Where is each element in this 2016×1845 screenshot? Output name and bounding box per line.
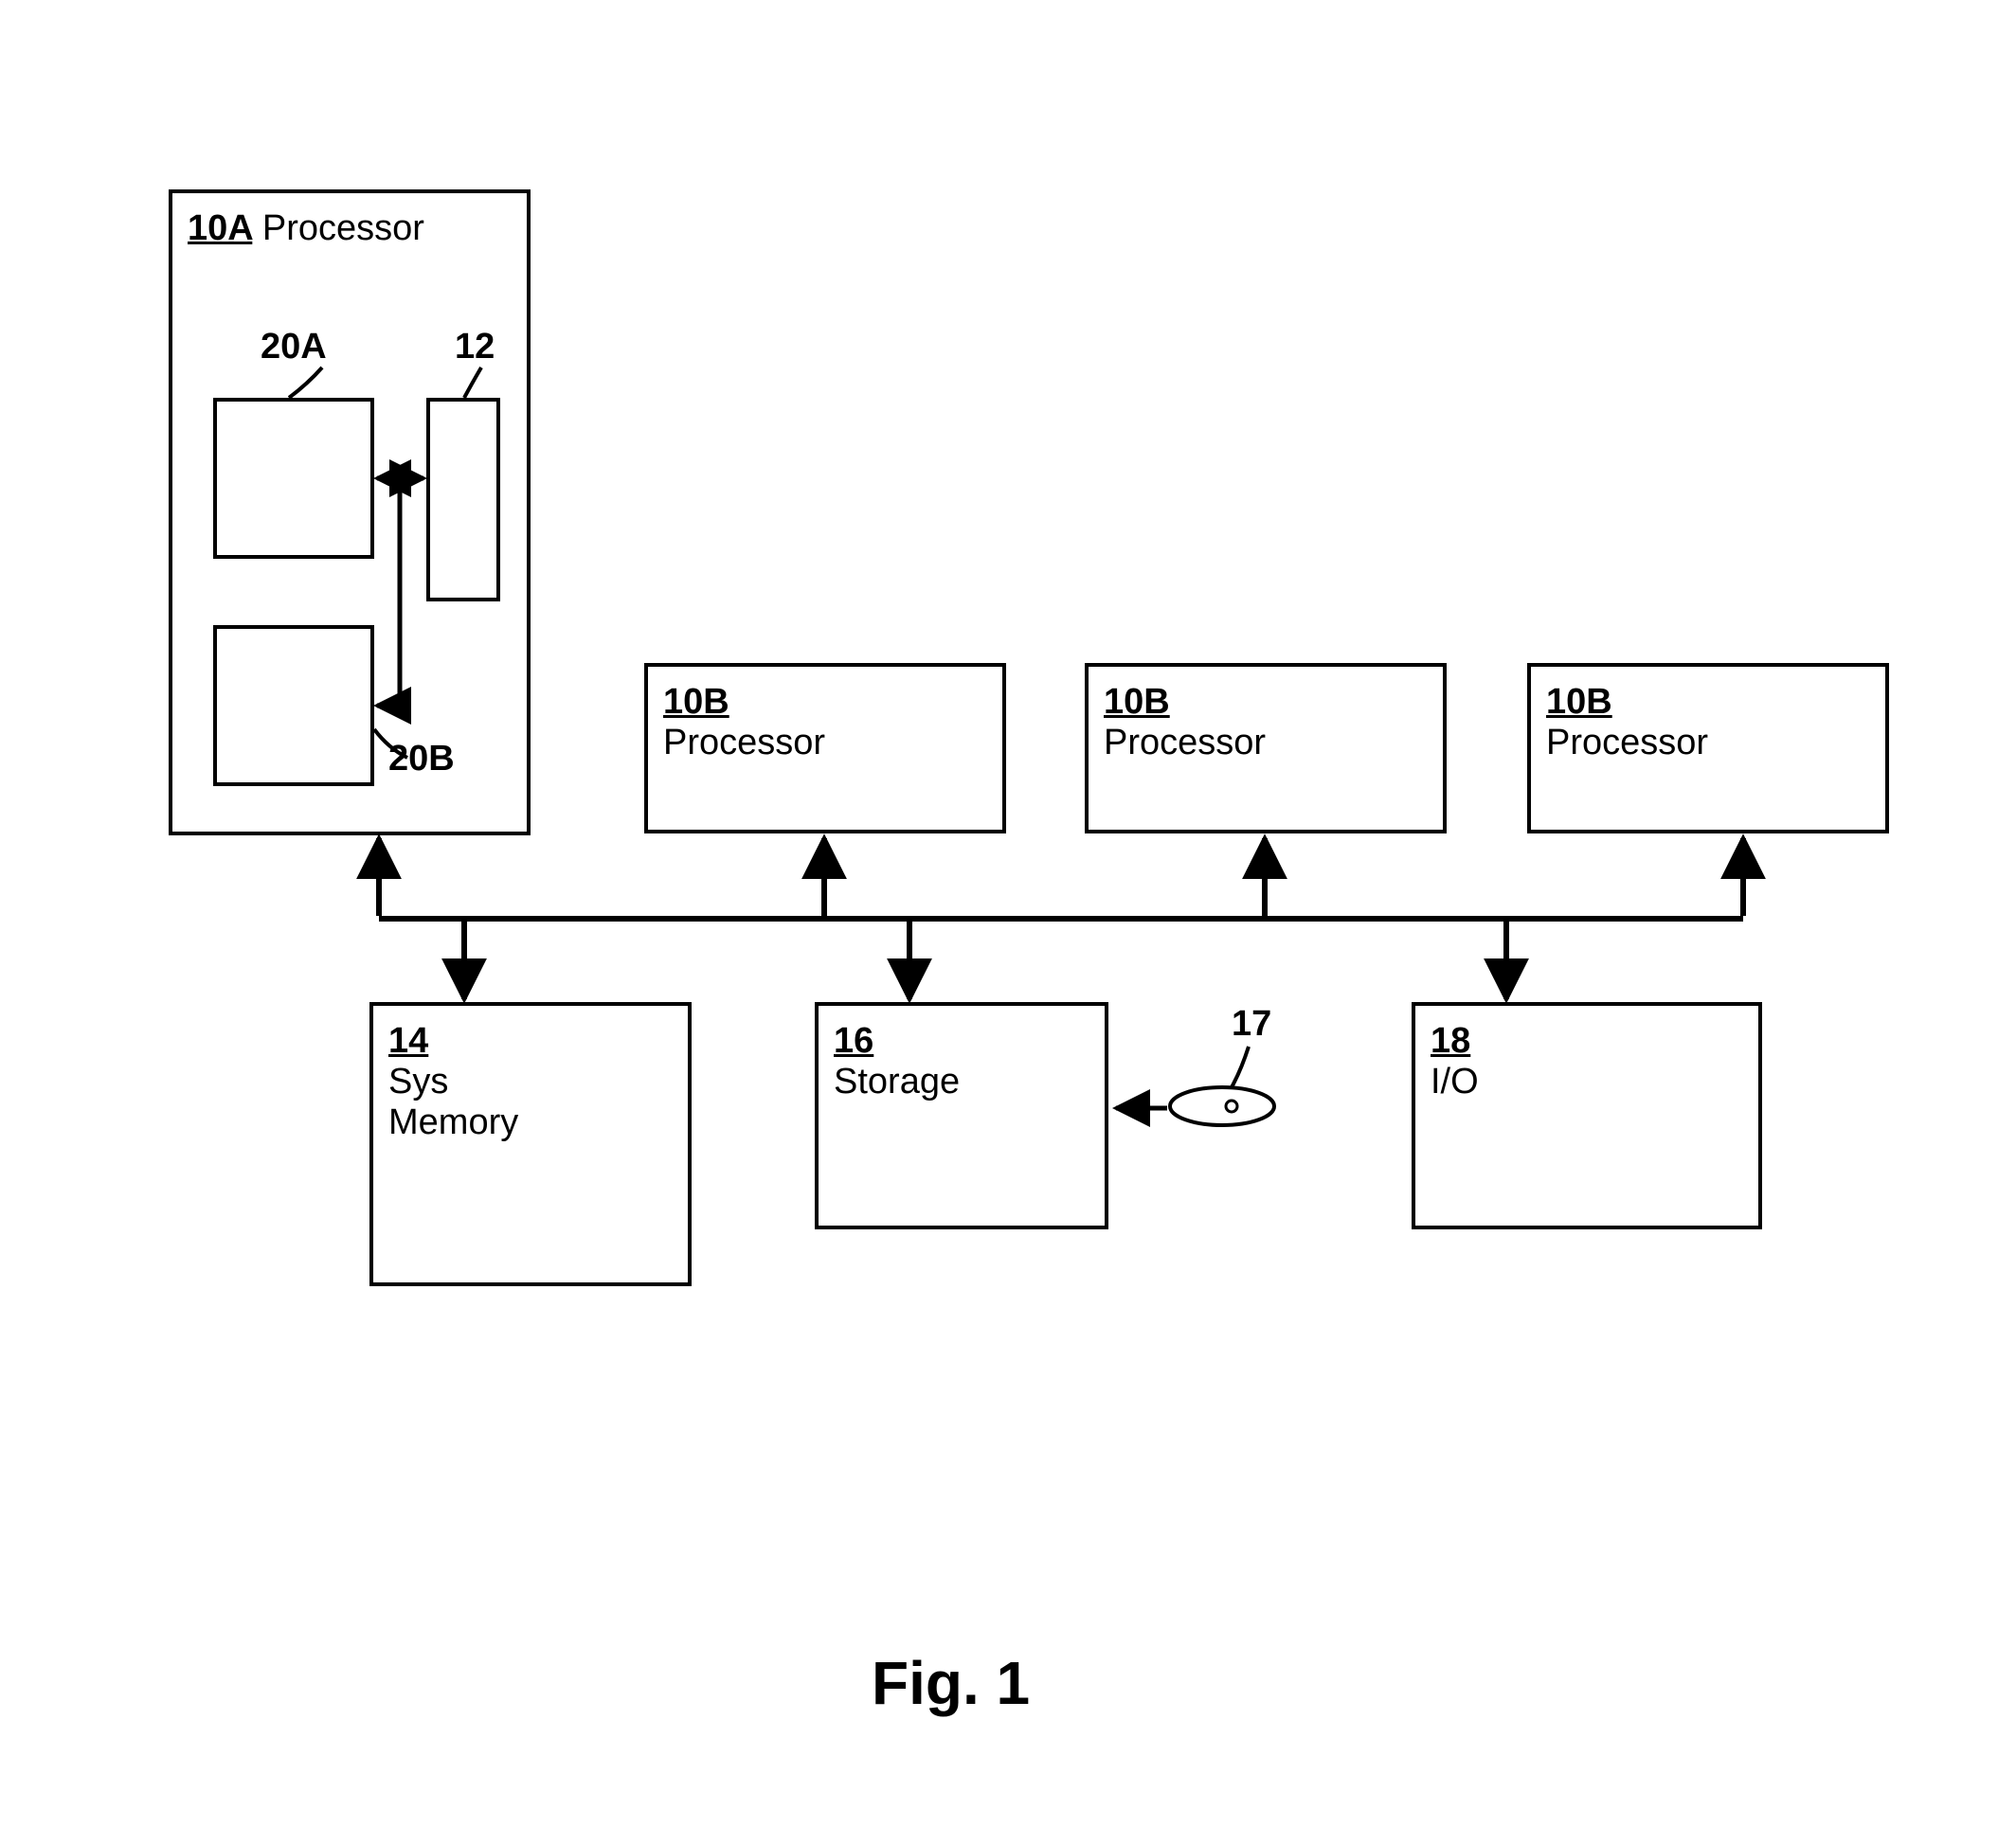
callout-12-label: 12 [455,327,495,367]
subbox-12 [426,398,500,601]
callout-20B-label: 20B [388,739,455,779]
processor-10B-1-label: 10BProcessor [663,682,825,763]
processor-10A-label: 10A Processor [188,208,424,249]
diagram-canvas: 10A Processor 20A 12 20B 10BProcessor 10… [0,0,2016,1845]
subbox-20A [213,398,374,559]
sys-memory-label: 14 Sys Memory [388,1021,518,1143]
callout-17-label: 17 [1232,1004,1271,1045]
callout-20A-label: 20A [261,327,327,367]
processor-10B-3-label: 10BProcessor [1546,682,1708,763]
processor-10B-2-label: 10BProcessor [1104,682,1266,763]
io-label: 18 I/O [1431,1021,1479,1102]
subbox-20B [213,625,374,786]
figure-title: Fig. 1 [872,1648,1030,1718]
storage-label: 16 Storage [834,1021,960,1102]
